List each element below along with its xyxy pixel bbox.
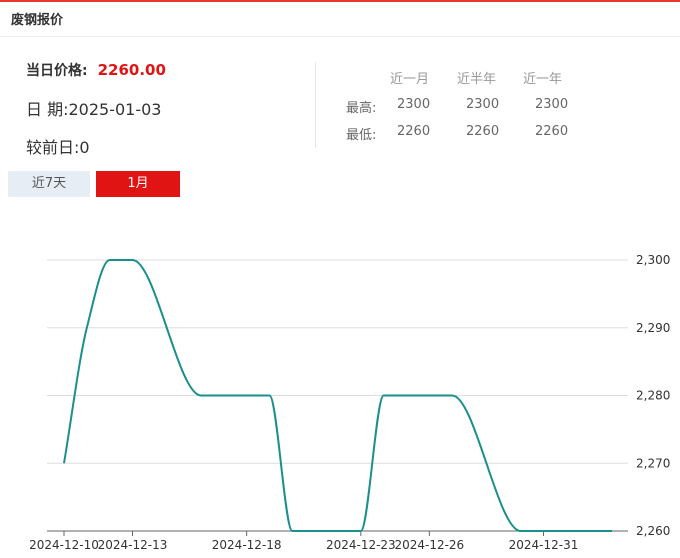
tab-7-days[interactable]: 近7天 (8, 171, 90, 197)
stats-header-year: 近一年 (523, 72, 563, 87)
y-tick-label: 2,280 (636, 389, 670, 403)
stats-cell: 2260 (535, 124, 569, 139)
price-line-chart: 2,3002,2902,2802,2702,2602024-12-102024-… (29, 253, 670, 552)
stats-cell: 2300 (535, 97, 569, 112)
tab-1-month[interactable]: 1月 (96, 171, 180, 197)
stats-cell: 2260 (397, 124, 431, 139)
title-divider (0, 36, 680, 37)
y-tick-label: 2,290 (636, 321, 670, 335)
x-tick-label: 2024-12-13 (98, 538, 168, 552)
y-tick-label: 2,260 (636, 524, 670, 538)
x-tick-label: 2024-12-31 (509, 538, 579, 552)
accent-top-bar (0, 0, 680, 2)
panel-title: 废钢报价 (11, 13, 64, 28)
x-tick-label: 2024-12-23 (326, 538, 396, 552)
x-tick-label: 2024-12-18 (212, 538, 282, 552)
y-tick-label: 2,300 (636, 253, 670, 267)
stats-row-label: 最高: (346, 101, 377, 116)
stats-cell: 2260 (466, 124, 500, 139)
x-tick-label: 2024-12-10 (29, 538, 99, 552)
stats-header-row: 近一月 近半年 近一年 (0, 68, 680, 87)
stats-row-high: 最高: 2300 2300 2300 (0, 97, 680, 116)
x-tick-label: 2024-12-26 (394, 538, 464, 552)
stats-row-label: 最低: (346, 128, 377, 143)
stats-row-low: 最低: 2260 2260 2260 (0, 124, 680, 143)
stats-cell: 2300 (397, 97, 431, 112)
stats-cell: 2300 (466, 97, 500, 112)
stats-header-month: 近一月 (390, 72, 430, 87)
y-tick-label: 2,270 (636, 456, 670, 470)
stats-header-halfyear: 近半年 (457, 72, 497, 87)
